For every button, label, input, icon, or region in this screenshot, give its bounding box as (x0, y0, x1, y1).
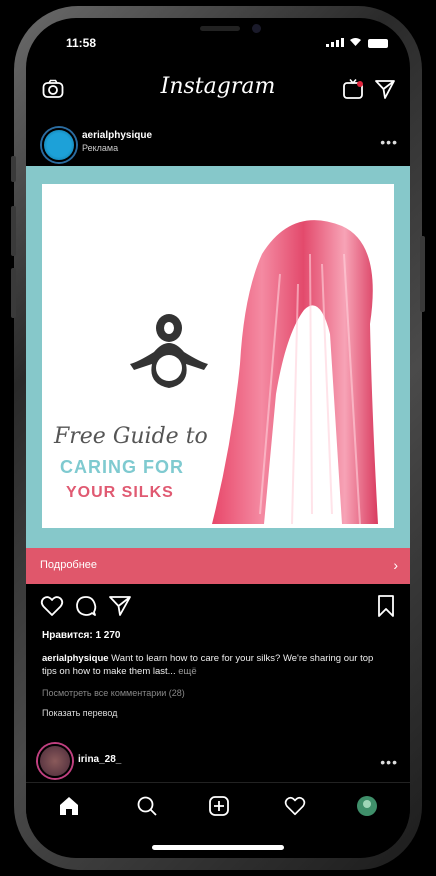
battery-icon (368, 39, 388, 48)
chevron-right-icon: › (393, 557, 398, 573)
guide-title-line2: CARING FOR (60, 457, 184, 477)
caption-username[interactable]: aerialphysique (42, 653, 109, 664)
signal-icon (326, 38, 344, 47)
new-post-icon[interactable] (206, 793, 232, 819)
wifi-icon (349, 36, 362, 50)
bookmark-icon[interactable] (374, 594, 398, 618)
top-bar: Instagram (26, 68, 410, 108)
mute-switch (11, 156, 16, 182)
next-post-header: irina_28_ ••• (26, 740, 410, 780)
more-options-icon[interactable]: ••• (380, 134, 398, 150)
next-post-username[interactable]: irina_28_ (78, 754, 121, 765)
igtv-icon[interactable] (340, 76, 366, 102)
sponsored-label: Реклама (82, 143, 119, 153)
figure-eight-icon (130, 314, 208, 388)
activity-heart-icon[interactable] (282, 793, 308, 819)
show-translation-link[interactable]: Показать перевод (42, 708, 117, 718)
status-time: 11:58 (66, 36, 97, 50)
like-heart-icon[interactable] (40, 594, 64, 618)
search-icon[interactable] (134, 793, 160, 819)
profile-avatar-icon[interactable] (354, 793, 380, 819)
comment-icon[interactable] (74, 594, 98, 618)
learn-more-label: Подробнее (40, 559, 98, 571)
speaker (200, 26, 240, 31)
home-icon[interactable] (56, 793, 82, 819)
guide-title-line3: YOUR SILKS (66, 484, 174, 501)
notch (126, 18, 312, 48)
caption-more-link[interactable]: ещё (178, 666, 196, 677)
post-caption: aerialphysique Want to learn how to care… (42, 652, 382, 678)
front-camera (252, 24, 261, 33)
home-indicator[interactable] (152, 845, 284, 850)
silks-fabric-image (212, 220, 378, 525)
post-actions (26, 592, 410, 622)
more-options-icon[interactable]: ••• (380, 754, 398, 770)
avatar[interactable] (42, 128, 76, 162)
view-comments-link[interactable]: Посмотреть все комментарии (28) (42, 688, 185, 698)
volume-up-button (11, 206, 16, 256)
avatar[interactable] (38, 744, 72, 778)
bottom-tab-bar (26, 782, 410, 829)
volume-down-button (11, 268, 16, 318)
post-username[interactable]: aerialphysique (82, 130, 152, 141)
post-header: aerialphysique Реклама ••• (26, 122, 410, 166)
post-image[interactable]: Free Guide to CARING FOR YOUR SILKS (26, 166, 410, 548)
direct-message-icon[interactable] (372, 76, 398, 102)
power-button (420, 236, 425, 312)
likes-count[interactable]: Нравится: 1 270 (42, 630, 120, 641)
ad-card: Free Guide to CARING FOR YOUR SILKS (42, 184, 394, 528)
learn-more-button[interactable]: Подробнее › (26, 548, 410, 584)
guide-title-line1: Free Guide to (54, 424, 208, 449)
phone-screen: 11:58 Instagram aerialphysique Реклама •… (26, 18, 410, 858)
share-icon[interactable] (108, 594, 132, 618)
